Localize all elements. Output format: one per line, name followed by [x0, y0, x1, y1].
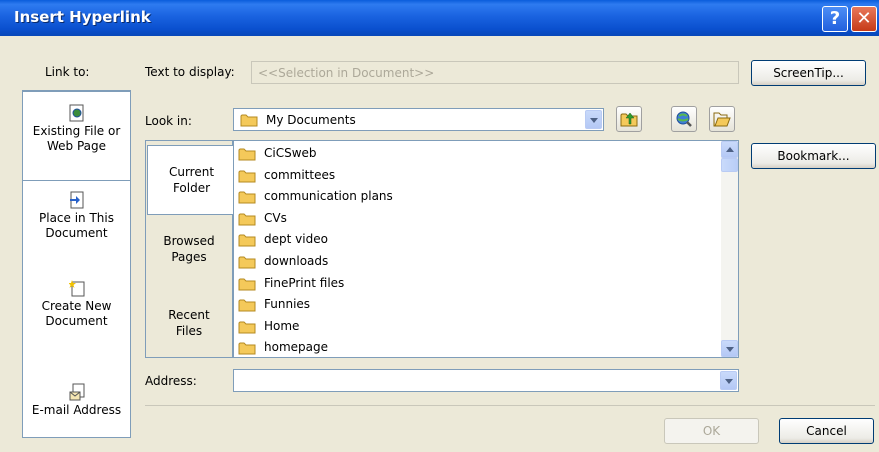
link-email-line1: E-mail Address [31, 403, 122, 417]
browse-file-button[interactable] [709, 106, 735, 132]
folder-icon [238, 170, 256, 183]
tab-recent-files-line1: Recent [168, 308, 210, 322]
existing-file-icon [69, 104, 83, 122]
file-list-item-name: Home [264, 318, 300, 333]
help-button[interactable]: ? [822, 6, 848, 32]
link-create-new-document[interactable]: Create New Document [23, 279, 130, 349]
link-to-label: Link to: [45, 65, 90, 79]
cancel-button[interactable]: Cancel [779, 418, 874, 444]
scroll-up-button[interactable] [721, 141, 738, 158]
scroll-down-button[interactable] [721, 340, 738, 357]
look-in-dropdown[interactable]: My Documents [233, 108, 604, 131]
tab-recent-files[interactable]: Recent Files [146, 307, 232, 347]
text-to-display-label: Text to display: [145, 65, 235, 79]
tab-current-folder-line1: Current [168, 165, 215, 179]
address-label: Address: [145, 374, 197, 388]
tab-browsed-pages-line2: Pages [171, 250, 207, 264]
close-icon: ✕ [856, 8, 872, 29]
file-list-item-name: Funnies [264, 297, 311, 312]
browse-nav-pane: Current Folder Browsed Pages Recent File… [145, 140, 235, 358]
scroll-thumb[interactable] [721, 158, 738, 172]
file-list[interactable]: CiCSweb committees communication plans CVs d… [233, 140, 739, 358]
link-create-line2: Document [45, 314, 108, 328]
up-one-folder-button[interactable] [616, 106, 642, 132]
folder-icon [238, 234, 256, 247]
file-list-item-name: committees [264, 167, 336, 182]
window-title: Insert Hyperlink [14, 8, 151, 26]
title-bar: Insert Hyperlink ? ✕ [0, 0, 879, 36]
address-field[interactable] [233, 369, 739, 392]
browse-web-icon [676, 111, 692, 127]
help-icon: ? [829, 8, 841, 29]
link-place-line1: Place in This [39, 211, 114, 225]
open-folder-icon [713, 112, 731, 127]
link-existing-file[interactable]: Existing File or Web Page [23, 91, 130, 181]
link-to-pane: Existing File or Web Page Place in This … [22, 90, 131, 438]
text-to-display-field[interactable]: <<Selection in Document>> [251, 61, 739, 84]
folder-icon [238, 256, 256, 269]
link-place-in-document[interactable]: Place in This Document [23, 191, 130, 261]
folder-icon [238, 213, 256, 226]
file-list-item-name: downloads [264, 254, 329, 268]
tab-browsed-pages[interactable]: Browsed Pages [146, 233, 232, 273]
file-list-item-name: CVs [264, 210, 287, 225]
folder-icon [238, 148, 256, 161]
link-create-line1: Create New [41, 299, 112, 313]
file-list-scrollbar[interactable] [721, 141, 738, 357]
text-to-display-value: <<Selection in Document>> [258, 66, 435, 80]
link-place-line2: Document [45, 226, 108, 240]
divider [145, 405, 875, 406]
folder-icon [238, 191, 256, 204]
folder-icon [238, 321, 256, 334]
file-list-item-name: homepage [264, 340, 328, 355]
folder-icon [238, 342, 256, 355]
create-new-document-icon [68, 280, 84, 297]
file-list-item-name: dept video [264, 232, 328, 247]
tab-browsed-pages-line1: Browsed [163, 234, 215, 248]
link-email-address[interactable]: E-mail Address [23, 383, 130, 433]
folder-icon [240, 114, 258, 127]
tab-recent-files-line2: Files [175, 324, 203, 338]
screentip-button[interactable]: ScreenTip... [751, 60, 866, 86]
browse-web-button[interactable] [671, 106, 697, 132]
tab-current-folder[interactable]: Current Folder [147, 145, 235, 215]
look-in-dropdown-arrow[interactable] [585, 110, 602, 129]
folder-icon [238, 278, 256, 291]
bookmark-button[interactable]: Bookmark... [751, 143, 876, 169]
email-address-icon [69, 383, 84, 401]
file-list-item-name: CiCSweb [264, 146, 317, 160]
link-existing-file-line2: Web Page [46, 139, 107, 153]
file-list-item-name: communication plans [264, 189, 393, 204]
up-folder-icon [620, 112, 638, 127]
file-list-item-name: FinePrint files [264, 275, 345, 290]
tab-current-folder-line2: Folder [172, 181, 211, 195]
close-button[interactable]: ✕ [851, 6, 877, 32]
folder-icon [238, 299, 256, 312]
look-in-label: Look in: [145, 114, 192, 128]
address-dropdown-arrow[interactable] [720, 371, 737, 390]
ok-button[interactable]: OK [664, 418, 759, 444]
look-in-value: My Documents [266, 113, 356, 127]
link-existing-file-line1: Existing File or [32, 124, 121, 138]
place-in-document-icon [69, 191, 83, 209]
